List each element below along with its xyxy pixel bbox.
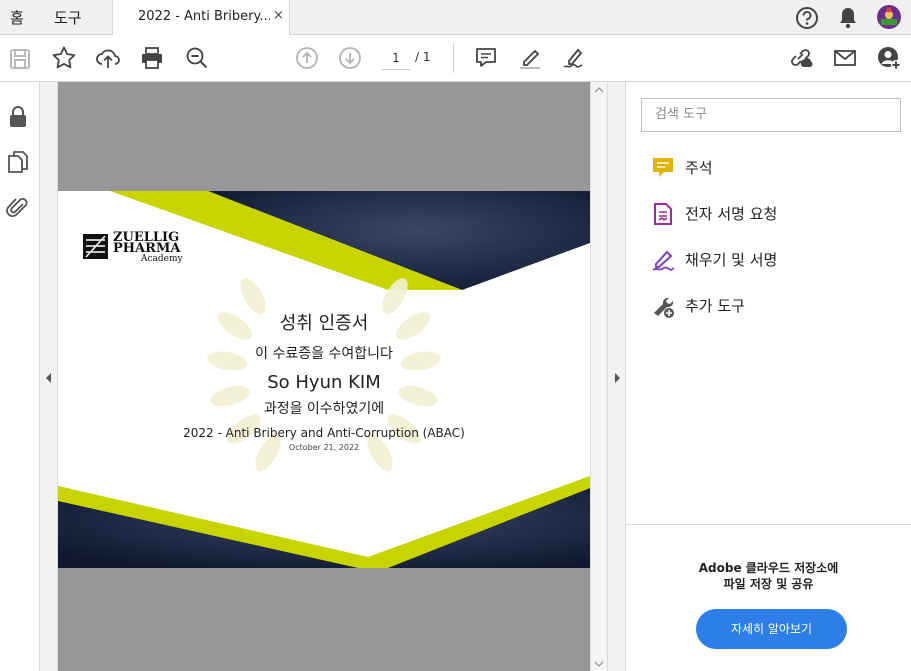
close-tab-icon[interactable]: × xyxy=(273,8,284,23)
toolbar-divider xyxy=(453,43,454,73)
tab-tools[interactable]: 도구 xyxy=(54,7,82,28)
left-panel-toggle[interactable] xyxy=(40,82,58,671)
toolbar: 1 / 1 xyxy=(0,35,911,82)
certificate-page: ZUELLIG PHARMA Academy 성취 인증서 이 수료증을 수여합… xyxy=(58,191,590,568)
collapse-right-icon[interactable] xyxy=(612,372,622,384)
star-icon[interactable] xyxy=(51,45,77,71)
course-title: 2022 - Anti Bribery and Anti-Corruption … xyxy=(183,426,465,440)
tool-fill-sign[interactable]: 채우기 및 서명 xyxy=(650,247,890,273)
tab-document-title: 2022 - Anti Bribery... xyxy=(138,9,270,24)
cloud-storage-promo: Adobe 클라우드 저장소에 파일 저장 및 공유 자세히 알아보기 xyxy=(626,524,911,671)
comment-icon[interactable] xyxy=(473,45,499,71)
tab-home[interactable]: 홈 xyxy=(10,7,24,28)
logo-line-2: PHARMA xyxy=(113,241,181,256)
tool-comment[interactable]: 주석 xyxy=(650,155,890,181)
mail-icon[interactable] xyxy=(832,45,858,71)
pages-icon[interactable] xyxy=(5,149,31,175)
page-number-input[interactable]: 1 xyxy=(382,48,410,70)
tool-more-tools[interactable]: 추가 도구 xyxy=(650,293,890,319)
tools-panel: 검색 도구 주석 전자 서명 요청 채우기 및 서명 추가 도구 Adobe 클… xyxy=(626,82,911,671)
request-signature-icon xyxy=(654,203,672,225)
tab-document[interactable]: 2022 - Anti Bribery... × xyxy=(112,0,290,35)
bell-icon[interactable] xyxy=(835,5,861,31)
add-user-icon[interactable] xyxy=(876,45,902,71)
scroll-down-icon[interactable] xyxy=(594,660,604,668)
promo-line-2: 파일 저장 및 공유 xyxy=(723,577,814,591)
page-up-icon[interactable] xyxy=(294,45,320,71)
left-rail xyxy=(0,82,40,671)
highlight-icon[interactable] xyxy=(517,45,543,71)
zoom-out-icon[interactable] xyxy=(184,45,210,71)
tab-bar: 홈 도구 2022 - Anti Bribery... × xyxy=(0,0,911,35)
print-icon[interactable] xyxy=(139,45,165,71)
comment-icon xyxy=(653,158,673,177)
logo-text: ZUELLIG PHARMA Academy xyxy=(113,231,183,264)
share-link-icon[interactable] xyxy=(788,45,814,71)
page-total: / 1 xyxy=(415,50,431,64)
tool-more-tools-label: 추가 도구 xyxy=(685,297,745,315)
tool-fill-sign-label: 채우기 및 서명 xyxy=(685,251,778,269)
vertical-scrollbar[interactable] xyxy=(590,82,607,671)
avatar[interactable] xyxy=(876,4,902,30)
attachment-icon[interactable] xyxy=(5,195,31,221)
cloud-upload-icon[interactable] xyxy=(95,45,121,71)
tool-comment-label: 주석 xyxy=(685,159,713,177)
save-icon[interactable] xyxy=(7,46,33,72)
fill-sign-icon xyxy=(652,250,675,271)
right-panel-toggle[interactable] xyxy=(607,82,626,671)
more-tools-icon xyxy=(654,297,674,318)
certificate-heading: 성취 인증서 xyxy=(279,313,369,334)
help-icon[interactable] xyxy=(794,5,820,31)
scroll-up-icon[interactable] xyxy=(594,86,604,94)
tool-request-signature[interactable]: 전자 서명 요청 xyxy=(650,201,890,227)
certificate-subheading: 이 수료증을 수여합니다 xyxy=(255,346,393,362)
sign-icon[interactable] xyxy=(561,45,587,71)
page-down-icon[interactable] xyxy=(337,45,363,71)
completion-text: 과정을 이수하였기에 xyxy=(263,401,385,417)
certificate-date: October 21, 2022 xyxy=(288,443,360,452)
zuellig-logo xyxy=(83,234,108,259)
collapse-left-icon[interactable] xyxy=(44,372,54,384)
lock-icon[interactable] xyxy=(5,104,31,130)
promo-line-1: Adobe 클라우드 저장소에 xyxy=(698,561,839,575)
search-tools-input[interactable]: 검색 도구 xyxy=(641,98,901,132)
tool-request-signature-label: 전자 서명 요청 xyxy=(685,205,778,223)
recipient-name: So Hyun KIM xyxy=(267,372,381,393)
learn-more-button[interactable]: 자세히 알아보기 xyxy=(696,609,847,649)
